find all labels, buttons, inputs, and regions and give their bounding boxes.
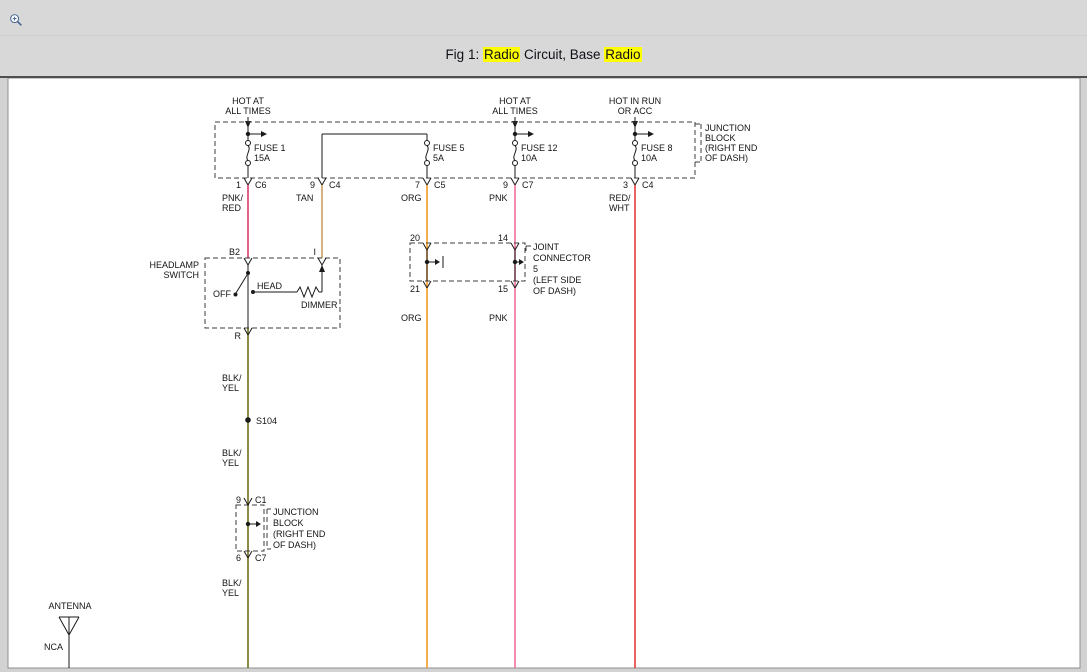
pin-3-conn: C5 (434, 180, 446, 190)
wire-label-red-wht-2: WHT (609, 203, 630, 213)
antenna-label: ANTENNA (48, 601, 91, 611)
power-feed-1-line2: ALL TIMES (225, 106, 271, 116)
blk-yel-label-2a: BLK/ (222, 448, 242, 458)
title-highlight-2: Radio (604, 47, 641, 62)
pin-1-conn: C6 (255, 180, 267, 190)
power-feed-2-line1: HOT AT (499, 96, 531, 106)
title-mid: Circuit, Base (520, 47, 604, 62)
pin-5-num: 3 (623, 180, 628, 190)
jc-label-5: OF DASH) (533, 286, 576, 296)
figure-title: Fig 1: Radio Circuit, Base Radio (0, 47, 1087, 62)
jb2-pin-top-num: 9 (236, 495, 241, 505)
wire-label-org-2: ORG (401, 313, 422, 323)
jb-top-label-1: JUNCTION (705, 123, 751, 133)
power-feed-3-line1: HOT IN RUN (609, 96, 661, 106)
pin-3-num: 7 (415, 180, 420, 190)
fuse-12-name: FUSE 12 (521, 143, 558, 153)
wiring-diagram: HOT AT ALL TIMES HOT AT ALL TIMES HOT IN… (0, 78, 1087, 672)
jc-pin-14: 14 (498, 233, 508, 243)
pin-i-label: I (313, 247, 316, 257)
blk-yel-label-2b: YEL (222, 458, 239, 468)
diagram-canvas[interactable] (8, 78, 1080, 668)
blk-yel-label-3b: YEL (222, 588, 239, 598)
jc-label-3: 5 (533, 264, 538, 274)
jb2-label-2: BLOCK (273, 518, 304, 528)
headlamp-switch-label-2: SWITCH (164, 270, 200, 280)
fuse-1-name: FUSE 1 (254, 143, 286, 153)
wire-label-pnk-red-2: RED (222, 203, 242, 213)
jb2-pin-bot-num: 6 (236, 553, 241, 563)
jb2-label-1: JUNCTION (273, 507, 319, 517)
pin-4-num: 9 (503, 180, 508, 190)
zoom-icon[interactable] (9, 13, 24, 28)
jb-top-label-3: (RIGHT END (705, 143, 758, 153)
jb2-label-4: OF DASH) (273, 540, 316, 550)
title-prefix: Fig 1: (445, 47, 483, 62)
power-feed-2-line2: ALL TIMES (492, 106, 538, 116)
jb-top-label-2: BLOCK (705, 133, 736, 143)
wire-label-pnk-red-1: PNK/ (222, 193, 244, 203)
jb2-pin-top-conn: C1 (255, 495, 267, 505)
power-feed-1-line1: HOT AT (232, 96, 264, 106)
dimmer-label: DIMMER (301, 300, 338, 310)
switch-off-label: OFF (213, 289, 231, 299)
wire-label-pnk-2: PNK (489, 313, 508, 323)
pin-2-conn: C4 (329, 180, 341, 190)
jb-top-label-4: OF DASH) (705, 153, 748, 163)
blk-yel-label-3a: BLK/ (222, 578, 242, 588)
pin-r-label: R (235, 331, 242, 341)
title-highlight-1: Radio (483, 47, 520, 62)
jc-label-4: (LEFT SIDE (533, 275, 581, 285)
pin-1-num: 1 (236, 180, 241, 190)
jc-label-1: JOINT (533, 242, 560, 252)
figure-header: Fig 1: Radio Circuit, Base Radio (0, 0, 1087, 78)
splice-s104-dot (245, 417, 251, 423)
fuse-8-rating: 10A (641, 153, 657, 163)
pin-5-conn: C4 (642, 180, 654, 190)
nca-label: NCA (44, 642, 63, 652)
fuse-5-name: FUSE 5 (433, 143, 465, 153)
switch-head-label: HEAD (257, 281, 283, 291)
jb2-label-3: (RIGHT END (273, 529, 326, 539)
power-feed-3-line2: OR ACC (618, 106, 653, 116)
fuse-12-rating: 10A (521, 153, 537, 163)
blk-yel-label-1b: YEL (222, 383, 239, 393)
pin-4-conn: C7 (522, 180, 534, 190)
jc-pin-20: 20 (410, 233, 420, 243)
jb2-pin-bot-conn: C7 (255, 553, 267, 563)
pin-b2-label: B2 (229, 247, 240, 257)
jc-pin-21: 21 (410, 284, 420, 294)
blk-yel-label-1a: BLK/ (222, 373, 242, 383)
jc-pin-15: 15 (498, 284, 508, 294)
wire-label-org: ORG (401, 193, 422, 203)
toolbar (0, 0, 1087, 36)
fuse-8-name: FUSE 8 (641, 143, 673, 153)
wire-label-red-wht-1: RED/ (609, 193, 631, 203)
fuse-5-rating: 5A (433, 153, 444, 163)
headlamp-switch-label-1: HEADLAMP (149, 260, 199, 270)
fuse-1-rating: 15A (254, 153, 270, 163)
pin-2-num: 9 (310, 180, 315, 190)
wire-label-tan: TAN (296, 193, 313, 203)
splice-s104-label: S104 (256, 416, 277, 426)
wire-label-pnk: PNK (489, 193, 508, 203)
jc-label-2: CONNECTOR (533, 253, 591, 263)
